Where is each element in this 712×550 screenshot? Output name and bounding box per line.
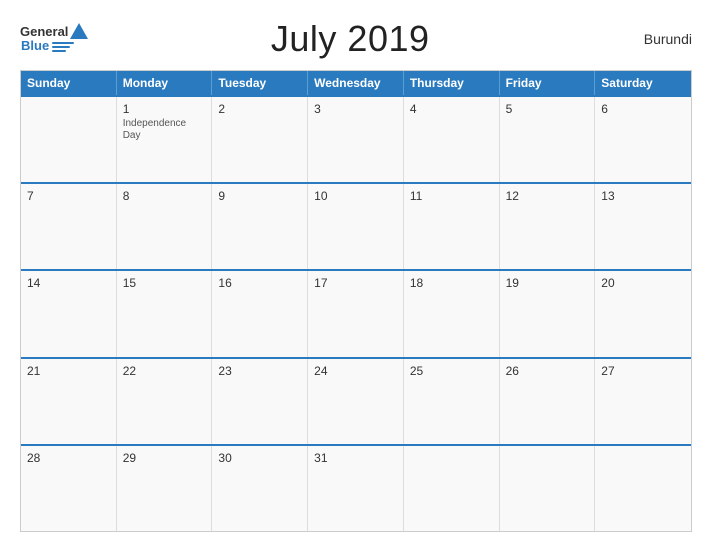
calendar-cell: 24 [308, 359, 404, 444]
day-number: 11 [410, 189, 493, 203]
day-number: 20 [601, 276, 685, 290]
calendar-cell: 11 [404, 184, 500, 269]
day-number: 29 [123, 451, 206, 465]
day-number: 25 [410, 364, 493, 378]
day-number: 10 [314, 189, 397, 203]
day-number: 1 [123, 102, 206, 116]
calendar-cell: 29 [117, 446, 213, 531]
calendar-cell: 3 [308, 97, 404, 182]
day-number: 30 [218, 451, 301, 465]
calendar-cell: 6 [595, 97, 691, 182]
calendar-cell [500, 446, 596, 531]
calendar-cell: 30 [212, 446, 308, 531]
day-number: 31 [314, 451, 397, 465]
logo-lines-icon [52, 42, 74, 52]
calendar-cell: 10 [308, 184, 404, 269]
calendar-cell: 16 [212, 271, 308, 356]
day-number: 28 [27, 451, 110, 465]
day-of-week-header: Tuesday [212, 71, 308, 95]
day-number: 19 [506, 276, 589, 290]
calendar-cell: 23 [212, 359, 308, 444]
calendar-cell: 7 [21, 184, 117, 269]
calendar-week-row: 1 Independence Day 23456 [21, 95, 691, 182]
calendar-cell [595, 446, 691, 531]
calendar-cell: 14 [21, 271, 117, 356]
day-number: 6 [601, 102, 685, 116]
day-number: 3 [314, 102, 397, 116]
calendar-cell: 21 [21, 359, 117, 444]
logo: General Blue [20, 25, 88, 53]
calendar-cell: 9 [212, 184, 308, 269]
calendar-cell: 5 [500, 97, 596, 182]
calendar-cell: 31 [308, 446, 404, 531]
day-of-week-header: Saturday [595, 71, 691, 95]
day-number: 2 [218, 102, 301, 116]
calendar-cell: 22 [117, 359, 213, 444]
logo-triangle-icon [70, 23, 88, 39]
day-number: 9 [218, 189, 301, 203]
calendar-week-row: 14 15 16 17 18 19 20 [21, 269, 691, 356]
day-number: 4 [410, 102, 493, 116]
country-label: Burundi [612, 31, 692, 47]
calendar-cell: 8 [117, 184, 213, 269]
day-number: 15 [123, 276, 206, 290]
calendar-cell: 13 [595, 184, 691, 269]
calendar-header-row: SundayMondayTuesdayWednesdayThursdayFrid… [21, 71, 691, 95]
calendar-grid: SundayMondayTuesdayWednesdayThursdayFrid… [20, 70, 692, 532]
calendar-week-row: 21 22 23 24 25 26 27 [21, 357, 691, 444]
day-number: 21 [27, 364, 110, 378]
calendar-cell [21, 97, 117, 182]
calendar-week-row: 28 29 30 31 [21, 444, 691, 531]
header: General Blue July 2019 Burundi [20, 18, 692, 60]
day-number: 16 [218, 276, 301, 290]
calendar-cell: 4 [404, 97, 500, 182]
day-number: 5 [506, 102, 589, 116]
day-number: 12 [506, 189, 589, 203]
calendar-cell: 19 [500, 271, 596, 356]
calendar-cell: 18 [404, 271, 500, 356]
day-number: 14 [27, 276, 110, 290]
day-number: 26 [506, 364, 589, 378]
day-number: 13 [601, 189, 685, 203]
day-number: 17 [314, 276, 397, 290]
calendar-cell: 2 [212, 97, 308, 182]
calendar-cell: 25 [404, 359, 500, 444]
day-of-week-header: Monday [117, 71, 213, 95]
day-number: 27 [601, 364, 685, 378]
calendar-cell: 17 [308, 271, 404, 356]
day-of-week-header: Thursday [404, 71, 500, 95]
day-number: 18 [410, 276, 493, 290]
day-of-week-header: Wednesday [308, 71, 404, 95]
calendar-cell: 28 [21, 446, 117, 531]
day-number: 23 [218, 364, 301, 378]
calendar-cell: 27 [595, 359, 691, 444]
holiday-label: Independence Day [123, 118, 206, 142]
calendar-cell: 20 [595, 271, 691, 356]
calendar-cell [404, 446, 500, 531]
logo-blue-text: Blue [21, 39, 49, 53]
calendar-cell: 26 [500, 359, 596, 444]
calendar-cell: 12 [500, 184, 596, 269]
day-number: 24 [314, 364, 397, 378]
day-of-week-header: Friday [500, 71, 596, 95]
calendar-page: General Blue July 2019 Burundi SundayMon… [0, 0, 712, 550]
day-of-week-header: Sunday [21, 71, 117, 95]
calendar-cell: 1 Independence Day [117, 97, 213, 182]
day-number: 8 [123, 189, 206, 203]
calendar-cell: 15 [117, 271, 213, 356]
calendar-title: July 2019 [88, 18, 612, 60]
day-number: 22 [123, 364, 206, 378]
day-number: 7 [27, 189, 110, 203]
calendar-week-row: 789 10 11 12 13 [21, 182, 691, 269]
